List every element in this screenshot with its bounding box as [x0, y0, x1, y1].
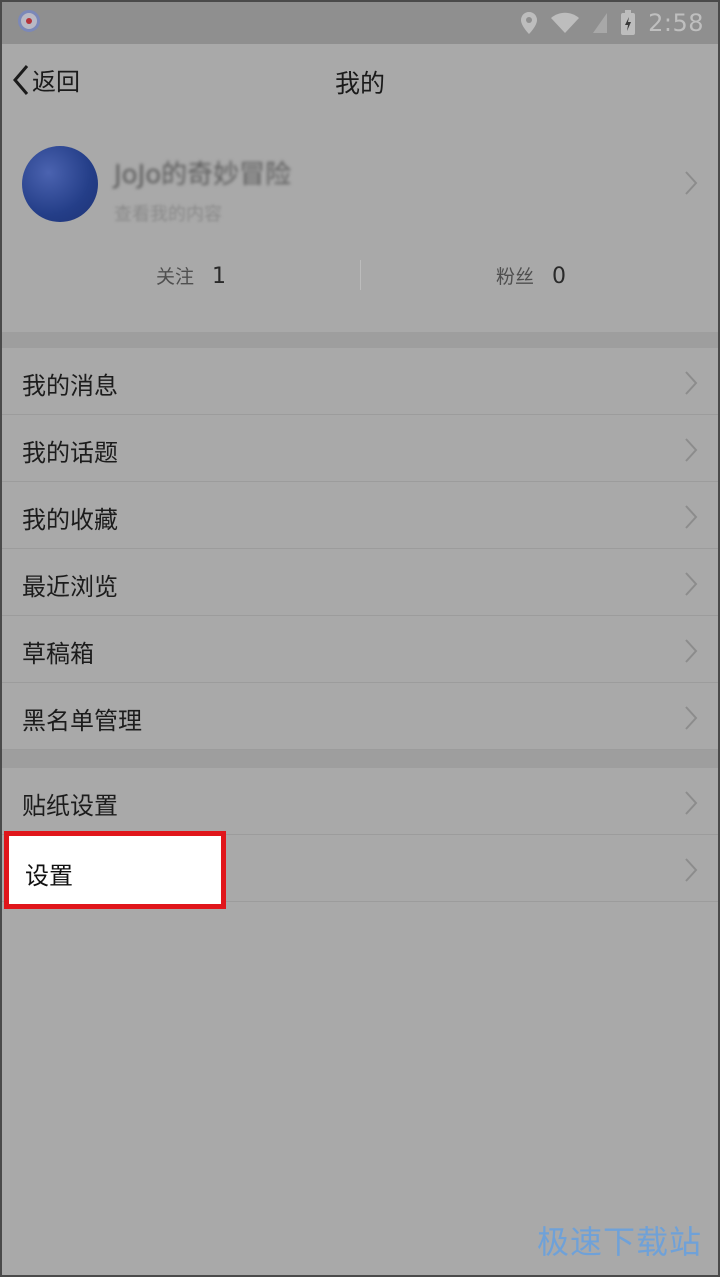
menu-item-drafts[interactable]: 草稿箱	[2, 616, 718, 683]
menu-item-label: 贴纸设置	[22, 792, 118, 820]
chevron-right-icon	[685, 639, 698, 663]
followers-count: 0	[552, 264, 567, 289]
menu-item-label: 草稿箱	[22, 640, 94, 668]
menu-group-main: 我的消息 我的话题 我的收藏 最近浏览 草稿箱 黑名单管理	[2, 348, 718, 750]
nav-header: 返回 我的	[2, 44, 718, 118]
avatar[interactable]	[22, 146, 98, 222]
followers-label: 粉丝	[496, 266, 535, 288]
status-bar: 2:58	[2, 2, 718, 44]
chevron-right-icon	[685, 791, 698, 815]
followers-stat[interactable]: 粉丝 0	[496, 262, 566, 289]
menu-item-label: 我的消息	[22, 372, 118, 400]
profile-card[interactable]: JoJo的奇妙冒险 查看我的内容 关注 1 粉丝 0	[2, 118, 718, 332]
page-title: 我的	[334, 69, 385, 98]
profile-subtitle: 查看我的内容	[114, 204, 222, 225]
wifi-icon	[551, 12, 580, 33]
record-icon	[18, 10, 40, 32]
menu-item-sticker-settings[interactable]: 贴纸设置	[2, 768, 718, 835]
following-count: 1	[212, 264, 227, 289]
menu-item-my-topics[interactable]: 我的话题	[2, 415, 718, 482]
status-time: 2:58	[648, 9, 704, 37]
settings-highlight[interactable]: 设置	[4, 831, 226, 909]
signal-icon	[593, 13, 608, 33]
settings-label: 设置	[25, 862, 73, 890]
menu-item-blacklist[interactable]: 黑名单管理	[2, 683, 718, 750]
chevron-right-icon	[685, 438, 698, 462]
section-divider	[2, 332, 718, 348]
section-divider	[2, 750, 718, 768]
chevron-right-icon	[685, 371, 698, 395]
menu-item-recent-views[interactable]: 最近浏览	[2, 549, 718, 616]
chevron-right-icon	[685, 706, 698, 730]
following-label: 关注	[156, 266, 195, 288]
menu-item-label: 我的收藏	[22, 506, 118, 534]
profile-stats: 关注 1 粉丝 0	[2, 256, 718, 296]
chevron-right-icon	[685, 171, 698, 195]
app-screen: 2:58 返回 我的 JoJo的奇妙冒险 查看我的内容 关注 1 粉丝 0 我的…	[0, 0, 720, 1277]
battery-icon	[621, 10, 636, 35]
chevron-right-icon	[685, 858, 698, 882]
menu-item-label: 黑名单管理	[22, 707, 142, 735]
status-icons: 2:58	[520, 8, 704, 38]
watermark: 极速下载站	[536, 1223, 702, 1261]
menu-item-label: 最近浏览	[22, 573, 118, 601]
location-icon	[521, 12, 538, 34]
chevron-right-icon	[685, 505, 698, 529]
following-stat[interactable]: 关注 1	[156, 262, 226, 289]
chevron-right-icon	[685, 572, 698, 596]
menu-item-my-messages[interactable]: 我的消息	[2, 348, 718, 415]
menu-item-label: 我的话题	[22, 439, 118, 467]
menu-item-my-favorites[interactable]: 我的收藏	[2, 482, 718, 549]
username: JoJo的奇妙冒险	[114, 160, 292, 190]
stats-divider	[360, 260, 361, 290]
